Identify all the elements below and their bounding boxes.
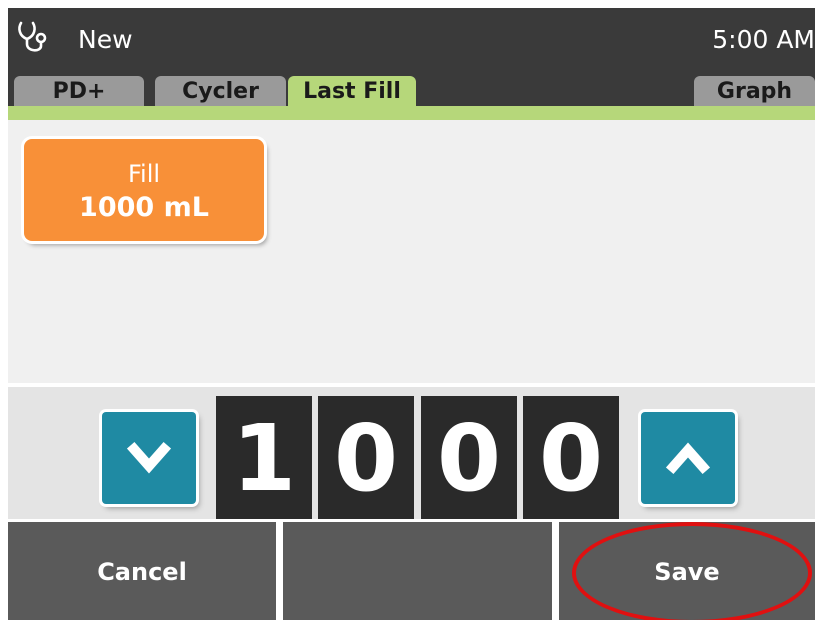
tab-label: PD+ <box>52 79 106 104</box>
chevron-up-icon <box>665 442 711 475</box>
cancel-label: Cancel <box>97 558 187 586</box>
tab-label: Cycler <box>182 79 259 104</box>
decrease-button[interactable] <box>102 412 196 504</box>
fill-phase-card[interactable]: Fill 1000 mL <box>24 139 264 241</box>
tab-label: Last Fill <box>303 79 401 104</box>
tab-pd-plus[interactable]: PD+ <box>14 76 144 106</box>
tab-label: Graph <box>716 79 793 104</box>
page-title: New <box>78 25 133 54</box>
tab-graph[interactable]: Graph <box>694 76 815 106</box>
tab-last-fill[interactable]: Last Fill <box>288 76 416 106</box>
increase-button[interactable] <box>641 412 735 504</box>
header: New 5:00 AM PD+ Cycler Last Fill Graph <box>8 8 815 106</box>
save-button[interactable]: Save <box>559 522 815 620</box>
tab-accent-bar <box>8 106 815 120</box>
tab-cycler[interactable]: Cycler <box>155 76 286 106</box>
chevron-down-icon <box>126 441 172 474</box>
digit-hundreds[interactable]: 0 <box>318 396 414 519</box>
phase-value: 1000 mL <box>79 192 209 223</box>
clock-time: 5:00 AM <box>712 25 815 54</box>
digit-tens[interactable]: 0 <box>421 396 517 519</box>
save-label: Save <box>654 558 720 586</box>
middle-button[interactable] <box>283 522 552 620</box>
stethoscope-icon <box>18 21 47 52</box>
cancel-button[interactable]: Cancel <box>8 522 276 620</box>
screen: New 5:00 AM PD+ Cycler Last Fill Graph F… <box>8 8 815 620</box>
phase-name: Fill <box>127 160 161 188</box>
digit-thousands[interactable]: 1 <box>216 396 312 519</box>
digit-ones[interactable]: 0 <box>523 396 619 519</box>
